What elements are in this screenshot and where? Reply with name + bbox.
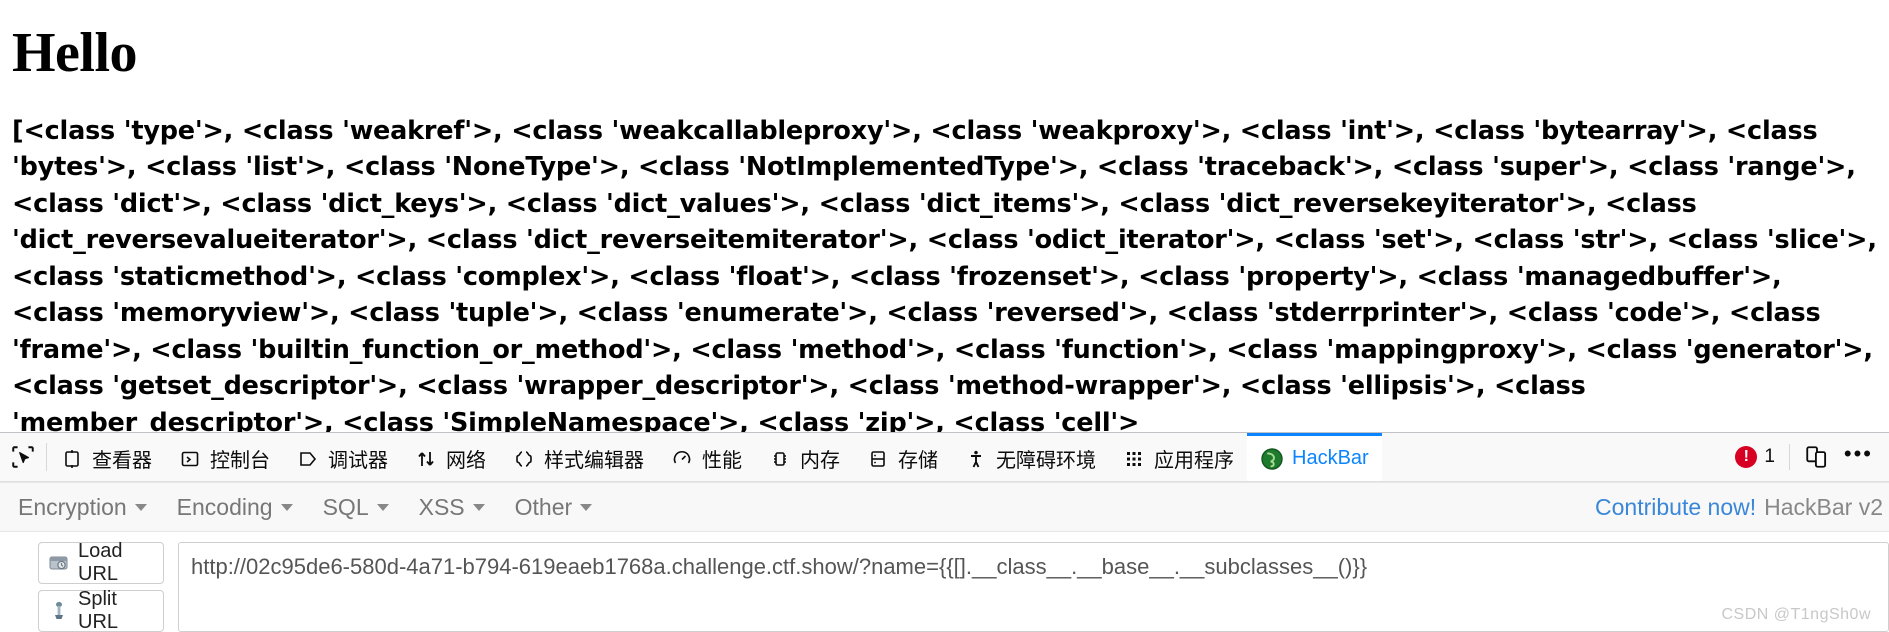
chevron-down-icon <box>280 503 293 511</box>
chevron-down-icon <box>376 503 389 511</box>
tab-inspector[interactable]: 查看器 <box>47 433 165 481</box>
tab-style-editor[interactable]: 样式编辑器 <box>499 433 657 481</box>
tab-memory-label: 内存 <box>800 450 840 472</box>
hackbar-panel: Encryption Encoding SQL XSS Other Contri… <box>0 482 1889 632</box>
chevron-down-icon <box>134 503 147 511</box>
menu-xss-label: XSS <box>418 493 465 520</box>
chevron-down-icon <box>580 503 593 511</box>
hackbar-version-label: HackBar v2 <box>1764 493 1883 520</box>
tab-inspector-label: 查看器 <box>92 450 152 472</box>
menu-other[interactable]: Other <box>515 490 609 525</box>
tab-style-editor-label: 样式编辑器 <box>544 450 644 472</box>
application-icon <box>1122 447 1146 471</box>
load-url-button[interactable]: Load URL <box>38 540 164 585</box>
menu-xss[interactable]: XSS <box>419 490 501 525</box>
menu-encryption-label: Encryption <box>18 493 127 520</box>
inspector-icon <box>60 447 84 471</box>
debugger-icon <box>296 447 320 471</box>
style-editor-icon <box>512 447 536 471</box>
tab-performance-label: 性能 <box>702 450 742 472</box>
chevron-down-icon <box>472 503 485 511</box>
devtools-tab-list: 查看器 控制台 调试器 网络 样式编辑器 性能 内存 存储 无障碍环境 应用程序… <box>47 433 1725 481</box>
tab-application-label: 应用程序 <box>1154 450 1234 472</box>
split-url-icon <box>48 600 70 622</box>
menu-encoding-label: Encoding <box>176 493 273 520</box>
tab-storage[interactable]: 存储 <box>853 433 951 481</box>
hackbar-body: Load URL Split URL http://02c95de6-580d-… <box>0 532 1889 632</box>
devtools-toolbar: 查看器 控制台 调试器 网络 样式编辑器 性能 内存 存储 无障碍环境 应用程序… <box>0 433 1889 482</box>
accessibility-icon <box>964 447 988 471</box>
tab-debugger-label: 调试器 <box>328 450 388 472</box>
storage-icon <box>866 447 890 471</box>
tab-application[interactable]: 应用程序 <box>1109 433 1247 481</box>
python-subclasses-output: [<class 'type'>, <class 'weakref'>, <cla… <box>12 115 1877 432</box>
tab-hackbar[interactable]: HackBar <box>1247 433 1382 481</box>
error-count-label: 1 <box>1764 446 1775 467</box>
split-url-label: Split URL <box>78 588 119 632</box>
menu-encoding[interactable]: Encoding <box>177 490 309 525</box>
hackbar-icon <box>1260 447 1284 471</box>
responsive-design-mode-icon[interactable] <box>1804 444 1830 470</box>
tab-hackbar-label: HackBar <box>1292 447 1369 469</box>
browser-window: Hello [<class 'type'>, <class 'weakref'>… <box>0 0 1889 632</box>
menu-other-label: Other <box>514 493 573 520</box>
page-title: Hello <box>12 22 138 84</box>
meatballs-menu-icon[interactable]: ••• <box>1844 443 1873 471</box>
load-url-label: Load URL <box>78 540 123 585</box>
devtools-toolbar-controls: ! 1 ••• <box>1725 433 1889 481</box>
error-count-badge[interactable]: ! 1 <box>1735 446 1775 468</box>
url-input[interactable]: http://02c95de6-580d-4a71-b794-619eaeb17… <box>178 542 1889 632</box>
menu-encryption[interactable]: Encryption <box>18 490 163 525</box>
console-icon <box>178 447 202 471</box>
hackbar-menubar-right: Contribute now! HackBar v2 <box>1595 494 1889 521</box>
tab-accessibility-label: 无障碍环境 <box>996 450 1096 472</box>
element-picker-button[interactable] <box>0 433 46 481</box>
tab-performance[interactable]: 性能 <box>657 433 755 481</box>
memory-icon <box>768 447 792 471</box>
devtools-panel: 查看器 控制台 调试器 网络 样式编辑器 性能 内存 存储 无障碍环境 应用程序… <box>0 432 1889 632</box>
tab-accessibility[interactable]: 无障碍环境 <box>951 433 1109 481</box>
hackbar-menubar: Encryption Encoding SQL XSS Other Contri… <box>0 482 1889 532</box>
tab-console[interactable]: 控制台 <box>165 433 283 481</box>
tab-console-label: 控制台 <box>210 450 270 472</box>
tab-network-label: 网络 <box>446 450 486 472</box>
performance-icon <box>670 447 694 471</box>
tab-debugger[interactable]: 调试器 <box>283 433 401 481</box>
network-icon <box>414 447 438 471</box>
contribute-link[interactable]: Contribute now! <box>1595 494 1756 521</box>
menu-sql[interactable]: SQL <box>323 490 405 525</box>
load-url-icon <box>48 552 70 574</box>
hackbar-action-buttons: Load URL Split URL <box>38 540 164 632</box>
tab-memory[interactable]: 内存 <box>755 433 853 481</box>
split-url-button[interactable]: Split URL <box>38 588 164 632</box>
element-picker-icon <box>10 444 36 470</box>
web-page-content: Hello [<class 'type'>, <class 'weakref'>… <box>0 0 1889 432</box>
controls-divider <box>1788 444 1790 470</box>
tab-network[interactable]: 网络 <box>401 433 499 481</box>
error-icon: ! <box>1735 446 1758 468</box>
tab-storage-label: 存储 <box>898 450 938 472</box>
menu-sql-label: SQL <box>322 493 369 520</box>
